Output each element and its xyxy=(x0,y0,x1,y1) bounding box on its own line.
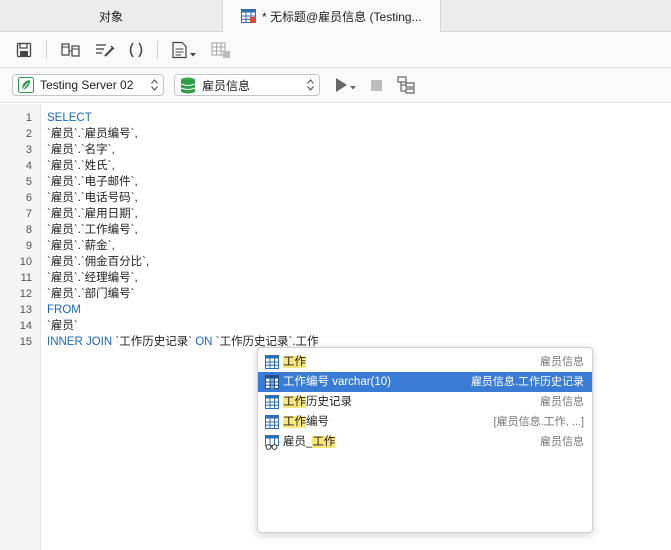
autocomplete-item-detail: 雇员信息 xyxy=(540,396,584,408)
stop-icon xyxy=(371,80,382,91)
parentheses-icon xyxy=(129,42,143,58)
autocomplete-item[interactable]: 工作历史记录 雇员信息 xyxy=(258,392,592,412)
explain-tree-icon xyxy=(397,76,415,94)
stop-button[interactable] xyxy=(366,75,388,95)
document-dropdown-icon xyxy=(172,41,196,59)
line-number: 4 xyxy=(25,160,32,172)
code-line: FROM xyxy=(47,304,81,316)
view-icon xyxy=(265,435,279,450)
beautify-sql-button[interactable] xyxy=(94,40,116,60)
wrap-parentheses-button[interactable] xyxy=(125,40,147,60)
code-line: SELECT xyxy=(47,112,92,124)
line-number: 9 xyxy=(25,240,32,252)
connection-bar: Testing Server 02 雇员信息 xyxy=(0,68,671,103)
line-number: 8 xyxy=(25,224,32,236)
autocomplete-popup: 工作 雇员信息 工作编号 varchar(10) 雇员信息.工作历史记录 工作历… xyxy=(257,347,593,533)
line-number-gutter: 1 2 3 4 5 6 7 8 9 10 11 12 13 14 15 xyxy=(0,104,41,550)
table-icon xyxy=(265,355,279,369)
autocomplete-item-name: 工作 xyxy=(283,354,306,370)
query-toolbar xyxy=(0,32,671,68)
autocomplete-item[interactable]: 工作 雇员信息 xyxy=(258,352,592,372)
table-icon xyxy=(265,415,279,429)
autocomplete-item-name: 雇员_工作 xyxy=(283,434,336,450)
autocomplete-item-rest: 历史记录 xyxy=(306,396,352,408)
code-line: `雇员`.`工作编号`, xyxy=(47,224,138,236)
autocomplete-item-detail: 雇员信息.工作历史记录 xyxy=(470,376,584,388)
line-number: 10 xyxy=(19,256,32,268)
autocomplete-item-detail: [雇员信息.工作, ...] xyxy=(493,416,584,428)
line-number: 12 xyxy=(19,288,32,300)
code-line: `雇员`.`名字`, xyxy=(47,144,115,156)
tab-query-label: * 无标题@雇员信息 (Testing... xyxy=(262,9,422,24)
database-select[interactable]: 雇员信息 xyxy=(174,74,320,96)
autocomplete-item-detail: 雇员信息 xyxy=(540,356,584,368)
beautify-icon xyxy=(96,44,115,57)
autocomplete-item-rest: 编号 xyxy=(306,416,329,428)
autocomplete-item-prefix: 雇员_ xyxy=(283,436,313,448)
query-table-icon xyxy=(241,9,256,23)
line-number: 5 xyxy=(25,176,32,188)
autocomplete-item-selected[interactable]: 工作编号 varchar(10) 雇员信息.工作历史记录 xyxy=(258,372,592,392)
select-arrows-icon xyxy=(307,79,314,91)
save-icon xyxy=(16,42,32,58)
code-line: `雇员` xyxy=(47,320,78,332)
line-number: 2 xyxy=(25,128,32,140)
column-icon xyxy=(265,375,279,389)
line-number: 3 xyxy=(25,144,32,156)
tab-objects[interactable]: 对象 xyxy=(0,0,222,32)
code-line: `雇员`.`薪金`, xyxy=(47,240,115,252)
line-number: 6 xyxy=(25,192,32,204)
server-select-value: Testing Server 02 xyxy=(40,78,134,92)
match-highlight: 工作 xyxy=(312,436,336,448)
table-export-icon xyxy=(211,42,230,58)
database-select-value: 雇员信息 xyxy=(202,78,251,93)
query-builder-icon xyxy=(61,43,80,57)
match-highlight: 工作 xyxy=(283,396,306,408)
export-result-button[interactable] xyxy=(210,40,232,60)
select-arrows-icon xyxy=(151,79,158,91)
code-line: `雇员`.`部门编号` xyxy=(47,288,135,300)
query-builder-button[interactable] xyxy=(60,40,82,60)
line-number: 11 xyxy=(20,272,32,284)
toolbar-separator xyxy=(157,41,158,59)
server-leaf-icon xyxy=(18,77,34,93)
code-line: `雇员`.`雇员编号`, xyxy=(47,128,138,140)
autocomplete-item-detail: 雇员信息 xyxy=(540,436,584,448)
run-button[interactable] xyxy=(333,75,359,95)
code-line: `雇员`.`姓氏`, xyxy=(47,160,115,172)
sql-identifier: `工作历史记录` xyxy=(112,336,196,348)
line-number: 7 xyxy=(25,208,32,220)
server-select[interactable]: Testing Server 02 xyxy=(12,74,164,96)
line-number: 15 xyxy=(19,336,32,348)
save-button[interactable] xyxy=(13,40,35,60)
database-icon xyxy=(180,77,196,93)
toolbar-separator xyxy=(46,41,47,59)
code-line: `雇员`.`经理编号`, xyxy=(47,272,138,284)
autocomplete-item-name: 工作历史记录 xyxy=(283,394,352,410)
autocomplete-item-name: 工作编号 xyxy=(283,414,329,430)
code-line: `雇员`.`电子邮件`, xyxy=(47,176,138,188)
line-number: 1 xyxy=(25,112,32,124)
code-line: `雇员`.`电话号码`, xyxy=(47,192,138,204)
tab-bar: 对象 * 无标题@雇员信息 (Testing... xyxy=(0,0,671,32)
match-highlight: 工作 xyxy=(283,416,306,428)
line-number: 13 xyxy=(19,304,32,316)
sql-keyword: INNER JOIN xyxy=(47,336,113,348)
line-number: 14 xyxy=(19,320,32,332)
sql-keyword: ON xyxy=(195,336,213,348)
explain-button[interactable] xyxy=(395,75,417,95)
tab-query-untitled[interactable]: * 无标题@雇员信息 (Testing... xyxy=(222,0,441,32)
autocomplete-item[interactable]: 工作编号 [雇员信息.工作, ...] xyxy=(258,412,592,432)
run-dropdown-icon xyxy=(336,78,356,92)
code-line: `雇员`.`佣金百分比`, xyxy=(47,256,150,268)
match-highlight: 工作 xyxy=(283,356,306,368)
tab-objects-label: 对象 xyxy=(98,9,123,24)
code-line: `雇员`.`雇用日期`, xyxy=(47,208,138,220)
code-snippet-button[interactable] xyxy=(170,40,200,60)
autocomplete-item[interactable]: 雇员_工作 雇员信息 xyxy=(258,432,592,452)
autocomplete-item-name: 工作编号 varchar(10) xyxy=(283,376,391,388)
table-icon xyxy=(265,395,279,409)
